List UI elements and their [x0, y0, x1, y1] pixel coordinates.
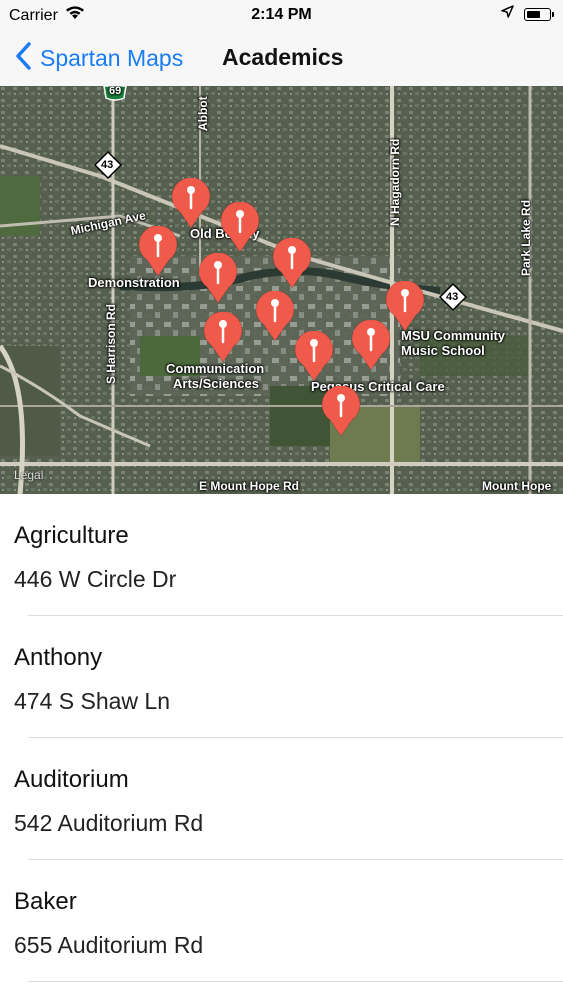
location-address: 474 S Shaw Ln: [14, 688, 171, 714]
music-school-label: Music School: [401, 343, 485, 358]
map-pin-icon[interactable]: [321, 386, 361, 438]
list-item[interactable]: Agriculture 446 W Circle Dr: [0, 494, 563, 616]
abbot-label: Abbot: [196, 96, 210, 131]
route-43-left-label: 43: [101, 159, 114, 171]
map-pin-icon[interactable]: [171, 178, 211, 230]
harrison-label: S Harrison Rd: [104, 303, 118, 384]
location-list: Agriculture 446 W Circle Dr Anthony 474 …: [0, 494, 563, 982]
location-name: Baker: [14, 888, 77, 915]
status-right: [501, 5, 554, 23]
map-imagery: [0, 86, 563, 494]
location-address: 655 Auditorium Rd: [14, 932, 204, 958]
map-pin-icon[interactable]: [138, 226, 178, 278]
back-button-label: Spartan Maps: [40, 45, 184, 71]
status-bar: Carrier 2:14 PM: [0, 0, 563, 30]
location-arrow-icon: [501, 5, 514, 23]
list-item[interactable]: Baker 655 Auditorium Rd: [0, 860, 563, 982]
satellite-map[interactable]: 69 43 43 Michigan Ave Old Botany Demonst…: [0, 86, 563, 494]
page-title: Academics: [222, 44, 344, 70]
arts-sciences-label: Arts/Sciences: [173, 376, 259, 391]
legal-link[interactable]: Legal: [14, 468, 43, 482]
chevron-left-icon: [14, 40, 34, 77]
mount-hope-right-label: Mount Hope: [482, 479, 552, 493]
location-name: Agriculture: [14, 522, 129, 549]
mount-hope-label: E Mount Hope Rd: [199, 479, 299, 493]
map-pin-icon[interactable]: [220, 202, 260, 254]
map-pin-icon[interactable]: [294, 331, 334, 383]
location-address: 446 W Circle Dr: [14, 566, 177, 592]
separator: [28, 981, 563, 982]
location-address: 542 Auditorium Rd: [14, 810, 204, 836]
list-item[interactable]: Anthony 474 S Shaw Ln: [0, 616, 563, 738]
route-69-label: 69: [109, 86, 122, 97]
navigation-bar: Spartan Maps Academics: [0, 30, 563, 86]
map-pin-icon[interactable]: [385, 281, 425, 333]
back-button[interactable]: Spartan Maps: [14, 40, 183, 77]
map-pin-icon[interactable]: [255, 291, 295, 343]
map-pin-icon[interactable]: [198, 253, 238, 305]
park-lake-label: Park Lake Rd: [519, 199, 533, 276]
status-time: 2:14 PM: [251, 6, 312, 23]
battery-icon: [524, 7, 554, 21]
location-name: Anthony: [14, 644, 103, 671]
route-43-right-label: 43: [446, 291, 459, 303]
map-pin-icon[interactable]: [272, 238, 312, 290]
map-pin-icon[interactable]: [203, 312, 243, 364]
location-name: Auditorium: [14, 766, 129, 793]
hagadorn-label: N Hagadorn Rd: [388, 138, 402, 226]
list-item[interactable]: Auditorium 542 Auditorium Rd: [0, 738, 563, 860]
